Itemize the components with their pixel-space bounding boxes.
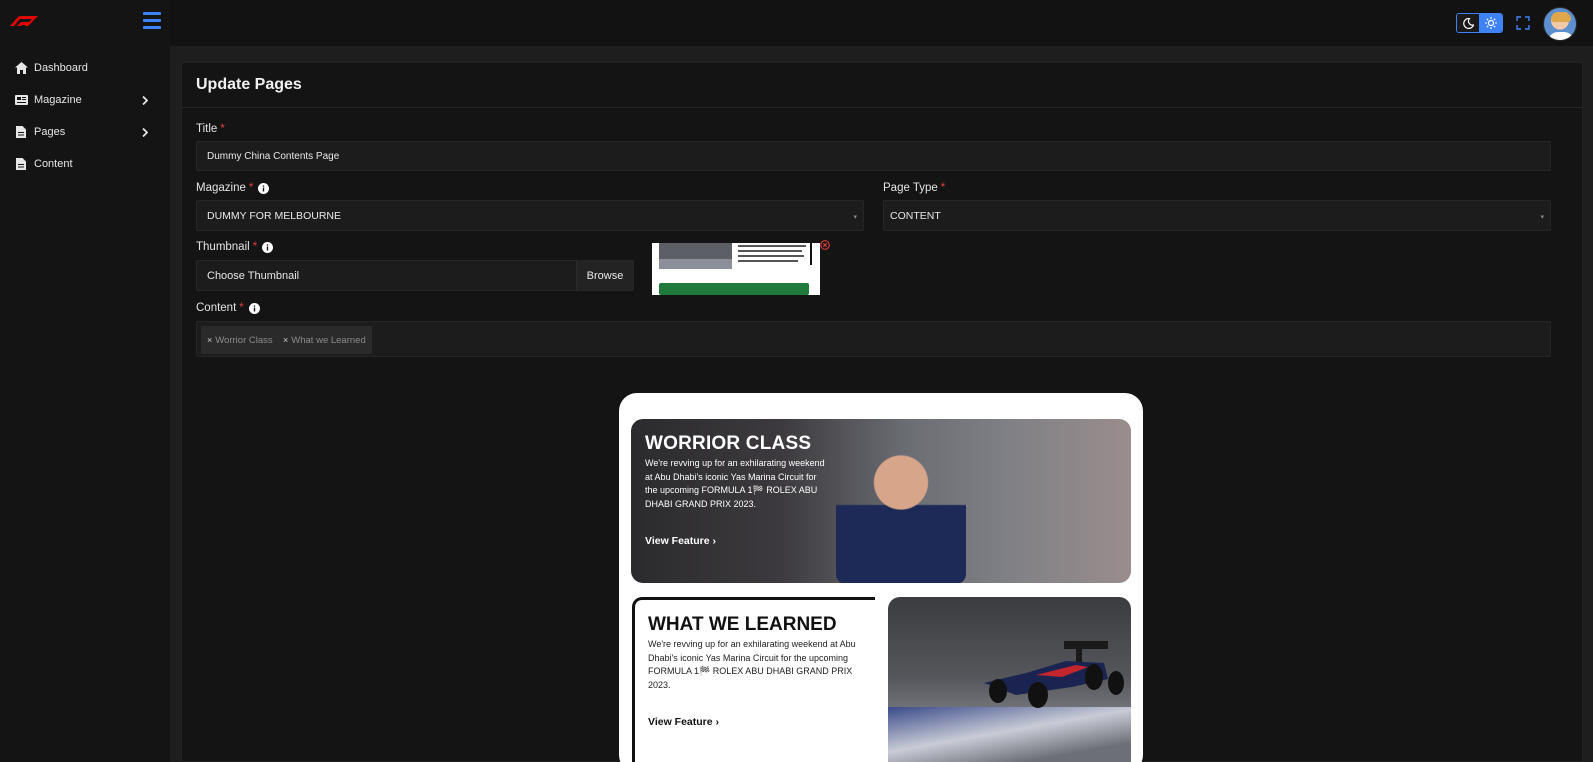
- required-mark: *: [239, 302, 244, 314]
- race-car-photo: [888, 597, 1131, 762]
- content-multiselect[interactable]: × Worrior Class × What we Learned: [196, 321, 1551, 357]
- view-feature-link[interactable]: View Feature ›: [645, 535, 716, 547]
- remove-thumbnail-icon[interactable]: [820, 240, 830, 250]
- home-icon: [14, 61, 28, 75]
- title-label: Title *: [196, 123, 225, 135]
- page-type-label-text: Page Type: [883, 182, 938, 194]
- file-icon: [14, 125, 28, 139]
- card-header: Update Pages: [182, 63, 1582, 108]
- driver-photo: [836, 439, 966, 583]
- magazine-label: Magazine *: [196, 182, 270, 194]
- caret-down-icon: ▾: [1540, 214, 1544, 221]
- magazine-select-value: DUMMY FOR MELBOURNE: [207, 209, 341, 222]
- sidebar-item-content[interactable]: Content: [0, 148, 170, 180]
- chevron-right-icon: [142, 95, 150, 105]
- avatar[interactable]: [1543, 7, 1577, 41]
- sidebar-item-magazine[interactable]: Magazine: [0, 84, 170, 116]
- thumbnail-preview: [652, 243, 820, 295]
- theme-toggle[interactable]: [1456, 13, 1503, 33]
- feature-card-what-we-learned[interactable]: WHAT WE LEARNED We're revving up for an …: [632, 597, 875, 762]
- remove-tag-icon[interactable]: ×: [207, 335, 212, 345]
- thumbnail-file-input[interactable]: Choose Thumbnail Browse: [196, 260, 634, 291]
- thumbnail-label-text: Thumbnail: [196, 241, 250, 253]
- feature-description: We're revving up for an exhilarating wee…: [648, 639, 856, 690]
- sidebar-item-label: Pages: [34, 126, 66, 138]
- sidebar-item-label: Content: [34, 158, 73, 170]
- content-label-text: Content: [196, 302, 237, 314]
- top-bar: [0, 0, 1593, 46]
- sidebar-item-label: Dashboard: [34, 62, 88, 74]
- view-feature-link[interactable]: View Feature ›: [648, 716, 719, 728]
- page-type-label: Page Type *: [883, 182, 945, 194]
- magazine-label-text: Magazine: [196, 182, 246, 194]
- fullscreen-icon[interactable]: [1516, 16, 1530, 30]
- caret-down-icon: ▾: [853, 214, 857, 221]
- required-mark: *: [220, 123, 225, 135]
- feature-title: WORRIOR CLASS: [645, 433, 812, 454]
- magazine-select[interactable]: DUMMY FOR MELBOURNE ▾: [196, 200, 864, 231]
- info-icon[interactable]: [262, 241, 274, 253]
- content-label: Content *: [196, 302, 260, 314]
- sidebar-item-dashboard[interactable]: Dashboard: [0, 52, 170, 84]
- required-mark: *: [248, 182, 254, 194]
- main-content: Update Pages Title * Dummy China Contents…: [170, 46, 1593, 762]
- content-tag-label: Worrior Class: [215, 334, 273, 346]
- sidebar: Dashboard Magazine Pages Content: [0, 0, 170, 762]
- sun-icon[interactable]: [1479, 14, 1502, 32]
- thumbnail-label: Thumbnail *: [196, 241, 274, 253]
- remove-tag-icon[interactable]: ×: [283, 335, 288, 345]
- required-mark: *: [940, 182, 946, 194]
- browse-button[interactable]: Browse: [576, 261, 633, 290]
- feature-card-worrior-class[interactable]: WORRIOR CLASS We're revving up for an ex…: [631, 419, 1131, 583]
- file-icon: [14, 157, 28, 171]
- page-type-select[interactable]: CONTENT ▾: [883, 200, 1551, 231]
- chevron-right-icon: [142, 127, 150, 137]
- race-car-image: [984, 641, 1124, 708]
- info-icon[interactable]: [258, 182, 270, 194]
- feature-description: We're revving up for an exhilarating wee…: [645, 458, 825, 509]
- newspaper-icon: [14, 93, 28, 107]
- menu-toggle-icon[interactable]: [143, 12, 161, 30]
- info-icon[interactable]: [248, 302, 260, 314]
- content-tag-label: What we Learned: [291, 334, 366, 346]
- title-label-text: Title: [196, 123, 218, 135]
- title-input-value: Dummy China Contents Page: [207, 150, 340, 162]
- moon-icon[interactable]: [1457, 14, 1480, 32]
- page-type-select-value: CONTENT: [890, 209, 941, 222]
- sidebar-item-label: Magazine: [34, 94, 82, 106]
- required-mark: *: [252, 241, 258, 253]
- title-input[interactable]: Dummy China Contents Page: [196, 141, 1551, 171]
- feature-title: WHAT WE LEARNED: [648, 614, 837, 635]
- sidebar-nav: Dashboard Magazine Pages Content: [0, 52, 170, 180]
- page-preview: WORRIOR CLASS We're revving up for an ex…: [619, 393, 1143, 762]
- sidebar-item-pages[interactable]: Pages: [0, 116, 170, 148]
- thumbnail-placeholder: Choose Thumbnail: [207, 269, 300, 282]
- content-tag: × Worrior Class: [201, 326, 279, 354]
- page-title: Update Pages: [196, 76, 302, 93]
- update-pages-card: Update Pages Title * Dummy China Contents…: [181, 62, 1583, 762]
- content-tag: × What we Learned: [277, 326, 372, 354]
